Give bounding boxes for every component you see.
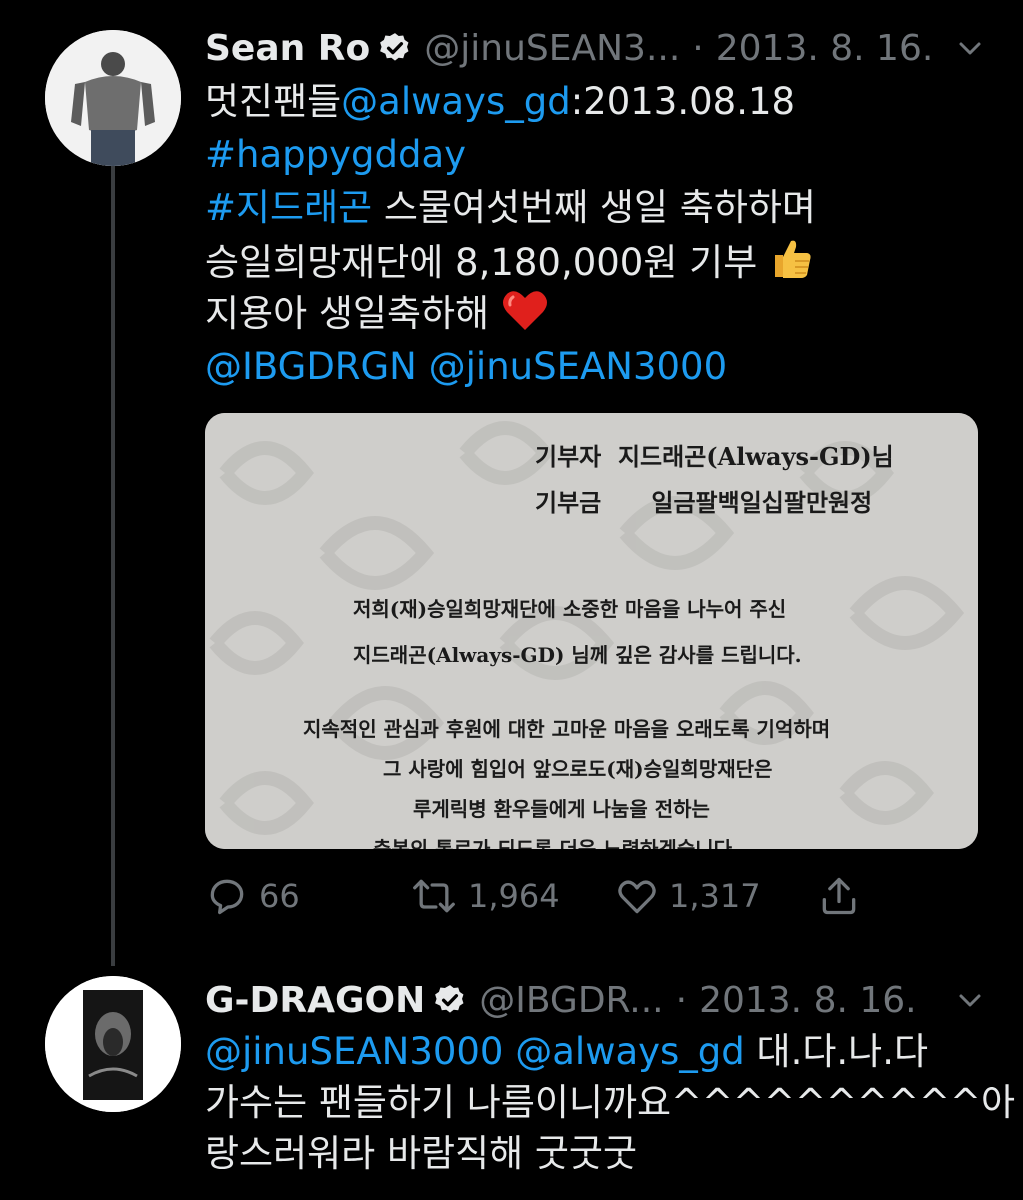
- amount-label: 기부금: [535, 488, 602, 517]
- reply-icon: [210, 879, 244, 915]
- reply-button[interactable]: 66: [205, 868, 300, 924]
- tweet-text-line-1: @jinuSEAN3000 @always_gd 대.다.나.다: [205, 1026, 928, 1077]
- tweet-media-image[interactable]: 기부자 지드래곤(Always-GD)님 기부금 일금팔백일십팔만원정 저희(재…: [205, 413, 978, 849]
- chevron-down-icon[interactable]: [955, 986, 985, 1016]
- mention-link[interactable]: @jinuSEAN3000: [205, 1030, 503, 1073]
- like-count: 1,317: [669, 877, 761, 915]
- certificate-body-line: 지드래곤(Always-GD) 님께 깊은 감사를 드립니다.: [353, 643, 802, 667]
- tweet-text-line-1: 멋진팬들@always_gd:2013.08.18: [205, 76, 795, 127]
- thread-connector-line: [111, 166, 115, 966]
- tweet-actions: 66 1,964 1,317: [205, 868, 905, 924]
- mention-link[interactable]: @always_gd: [515, 1030, 745, 1073]
- text-segment: 멋진팬들: [205, 80, 342, 123]
- certificate-body-line: 축복의 통로가 되도록 더욱 노력하겠습니다.: [373, 837, 740, 849]
- display-name[interactable]: Sean Ro: [205, 28, 370, 69]
- text-segment: 지용아 생일축하해: [205, 292, 490, 335]
- avatar-photo-image: [45, 30, 181, 166]
- tweet-g-dragon[interactable]: G-DRAGON @IBGDR... · 2013. 8. 16. @jinuS…: [0, 960, 1023, 1200]
- tweet-sean-ro[interactable]: Sean Ro @jinuSEAN3... · 2013. 8. 16. 멋진팬…: [0, 0, 1023, 966]
- hashtag-link[interactable]: #happygdday: [205, 133, 466, 176]
- tweet-text-line-4: 승일희망재단에 8,180,000원 기부: [205, 235, 815, 288]
- retweet-count: 1,964: [468, 877, 560, 915]
- like-icon: [618, 880, 656, 914]
- tweet-text-line-2: #happygdday: [205, 129, 466, 180]
- donor-value: 지드래곤(Always-GD)님: [617, 442, 894, 471]
- user-handle[interactable]: @IBGDR...: [479, 980, 663, 1021]
- amount-value: 일금팔백일십팔만원정: [651, 488, 873, 517]
- certificate-body-line: 지속적인 관심과 후원에 대한 고마운 마음을 오래도록 기억하며: [303, 717, 831, 741]
- certificate-body-line: 저희(재)승일희망재단에 소중한 마음을 나누어 주신: [353, 597, 787, 621]
- avatar-album-art-image: [45, 976, 181, 1112]
- text-segment: :2013.08.18: [570, 80, 796, 123]
- mention-link[interactable]: @always_gd: [341, 80, 571, 123]
- hashtag-link[interactable]: #지드래곤: [205, 186, 372, 229]
- like-button[interactable]: 1,317: [615, 868, 761, 924]
- share-icon: [822, 877, 856, 915]
- verified-badge-icon: [435, 985, 464, 1013]
- amount-row: 기부금 일금팔백일십팔만원정: [535, 483, 872, 518]
- tweet-text-line-6: @IBGDRGN @jinuSEAN3000: [205, 341, 727, 392]
- tweet-text-line-3: 랑스러워라 바람직해 굿굿굿: [205, 1132, 638, 1175]
- tweet-header: G-DRAGON @IBGDR... · 2013. 8. 16.: [205, 974, 917, 1026]
- avatar-sean-ro[interactable]: [45, 30, 181, 166]
- display-name[interactable]: G-DRAGON: [205, 980, 425, 1021]
- paper-texture-pattern: [205, 413, 978, 849]
- text-segment: 승일희망재단에 8,180,000원 기부: [205, 241, 758, 284]
- certificate-body-line: 그 사랑에 힘입어 앞으로도(재)승일희망재단은: [383, 757, 773, 781]
- tweet-text-line-2: 가수는 팬들하기 나름이니까요^^^^^^^^^^아 자: [205, 1081, 1023, 1124]
- tweet-text-line-3: #지드래곤 스물여섯번째 생일 축하하며: [205, 182, 816, 233]
- mention-link[interactable]: @jinuSEAN3000: [429, 345, 727, 388]
- thumbs-up-emoji: [775, 240, 811, 278]
- verified-badge-icon: [380, 33, 409, 61]
- separator-dot: ·: [692, 27, 704, 69]
- donor-row: 기부자 지드래곤(Always-GD)님: [535, 437, 894, 472]
- share-button[interactable]: [817, 868, 871, 924]
- user-handle[interactable]: @jinuSEAN3...: [424, 28, 680, 69]
- avatar-g-dragon[interactable]: [45, 976, 181, 1112]
- retweet-icon: [413, 879, 455, 913]
- mention-link[interactable]: @IBGDRGN: [205, 345, 417, 388]
- chevron-down-icon[interactable]: [955, 34, 985, 64]
- certificate-body-line: 루게릭병 환우들에게 나눔을 전하는: [413, 797, 710, 821]
- red-heart-emoji: [502, 291, 547, 330]
- retweet-button[interactable]: 1,964: [410, 868, 560, 924]
- text-segment: 스물여섯번째 생일 축하하며: [372, 186, 816, 229]
- tweet-date[interactable]: 2013. 8. 16.: [699, 980, 917, 1021]
- text-segment: 대.다.나.다: [744, 1030, 929, 1073]
- donor-label: 기부자: [535, 442, 602, 471]
- tweet-header: Sean Ro @jinuSEAN3... · 2013. 8. 16.: [205, 22, 933, 74]
- tweet-text-line-5: 지용아 생일축하해: [205, 288, 549, 339]
- reply-count: 66: [259, 877, 300, 915]
- tweet-date[interactable]: 2013. 8. 16.: [716, 28, 934, 69]
- separator-dot: ·: [675, 979, 688, 1021]
